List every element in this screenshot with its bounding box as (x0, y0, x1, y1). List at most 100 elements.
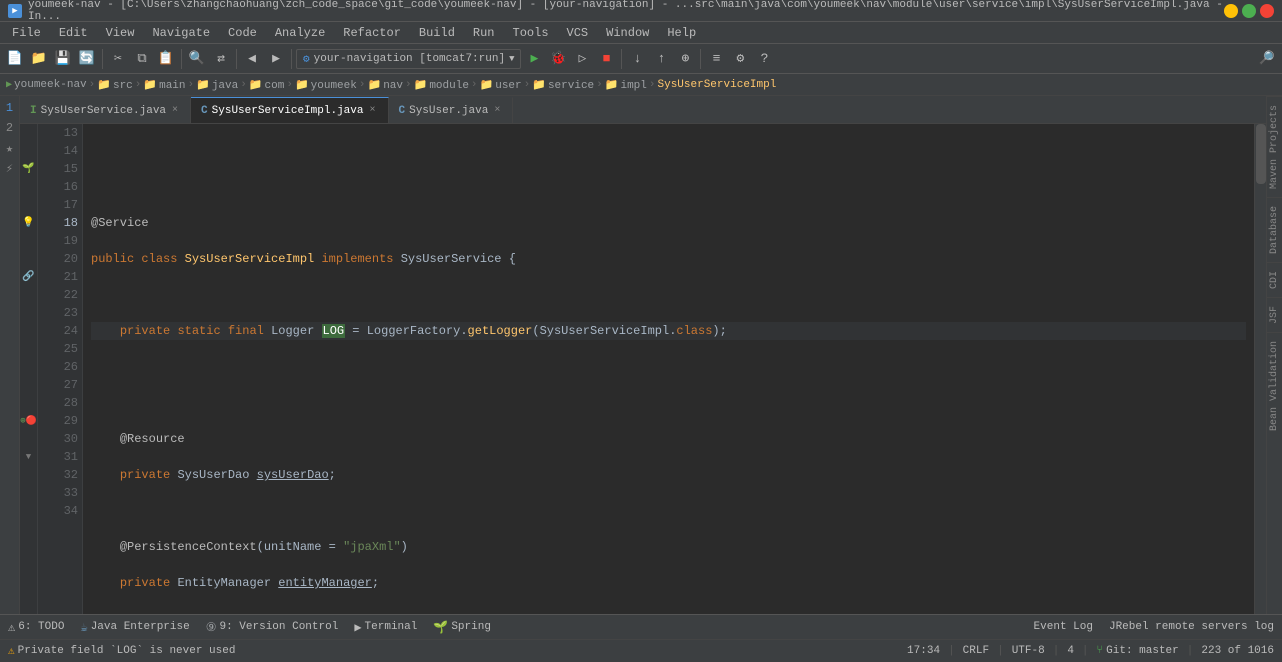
scrollbar-thumb[interactable] (1256, 124, 1266, 184)
menu-bar: File Edit View Navigate Code Analyze Ref… (0, 22, 1282, 44)
bc-sysuser-service-impl[interactable]: SysUserServiceImpl (658, 79, 777, 91)
side-tool-cdi[interactable]: CDI (1267, 262, 1282, 297)
tb-copy[interactable]: ⧉ (131, 48, 153, 70)
side-tool-maven[interactable]: Maven Projects (1267, 96, 1282, 197)
tb-forward[interactable]: ▶ (265, 48, 287, 70)
bc-com[interactable]: 📁com (249, 78, 285, 92)
run-config-selector[interactable]: ⚙ your-navigation [tomcat7:run] ▼ (296, 49, 521, 69)
jrebel-log-label: JRebel remote servers log (1109, 621, 1274, 633)
menu-view[interactable]: View (98, 24, 143, 42)
todo-icon: ⚠ (8, 620, 15, 635)
left-icon-persistence[interactable]: ⚡ (2, 160, 18, 176)
btm-jrebel-log[interactable]: JRebel remote servers log (1105, 619, 1278, 635)
tab-close-2[interactable]: × (367, 105, 377, 116)
minimize-button[interactable] (1224, 4, 1238, 18)
bottom-toolbar: ⚠ 6: TODO ☕ Java Enterprise ⑨ 9: Version… (0, 614, 1282, 639)
tab-close-1[interactable]: × (170, 105, 180, 116)
status-position[interactable]: 17:34 (907, 645, 940, 657)
btm-spring[interactable]: 🌱 Spring (429, 618, 495, 637)
tb-run[interactable]: ▶ (523, 48, 545, 70)
tb-run-with-coverage[interactable]: ▷ (571, 48, 593, 70)
tab-sysUser[interactable]: C SysUser.java × (389, 97, 514, 123)
menu-run[interactable]: Run (465, 24, 503, 42)
tab-sysUserService[interactable]: I SysUserService.java × (20, 97, 191, 123)
tab-label-1: SysUserService.java (41, 105, 166, 117)
vertical-scrollbar[interactable] (1254, 124, 1266, 614)
bc-service[interactable]: 📁service (532, 78, 594, 92)
tb-save-all[interactable]: 💾 (52, 48, 74, 70)
side-tool-bean-validation[interactable]: Bean Validation (1267, 332, 1282, 439)
code-line-13 (91, 142, 1246, 160)
tb-search-everywhere[interactable]: 🔎 (1256, 48, 1278, 70)
menu-refactor[interactable]: Refactor (335, 24, 409, 42)
tb-vcs-commit[interactable]: ↑ (650, 48, 672, 70)
bc-youmeek[interactable]: 📁youmeek (295, 78, 357, 92)
status-git[interactable]: ⑂ Git: master (1097, 645, 1179, 657)
gutter-24 (20, 322, 37, 340)
btm-version-control[interactable]: ⑨ 9: Version Control (202, 618, 343, 637)
menu-window[interactable]: Window (598, 24, 657, 42)
tb-sdk[interactable]: ⚙ (729, 48, 751, 70)
menu-vcs[interactable]: VCS (559, 24, 597, 42)
tb-help[interactable]: ? (753, 48, 775, 70)
bc-impl[interactable]: 📁impl (605, 78, 647, 92)
status-charset[interactable]: UTF-8 (1012, 645, 1045, 657)
menu-build[interactable]: Build (411, 24, 463, 42)
menu-file[interactable]: File (4, 24, 49, 42)
bc-nav[interactable]: 📁nav (367, 78, 403, 92)
bc-java[interactable]: 📁java (196, 78, 238, 92)
tb-structure[interactable]: ≡ (705, 48, 727, 70)
gutter-33 (20, 484, 37, 502)
status-indent[interactable]: 4 (1067, 645, 1074, 657)
bc-user[interactable]: 📁user (480, 78, 522, 92)
tb-replace[interactable]: ⇄ (210, 48, 232, 70)
left-icon-structure[interactable]: 2 (2, 120, 18, 136)
tb-paste[interactable]: 📋 (155, 48, 177, 70)
tb-new-file[interactable]: 📄 (4, 48, 26, 70)
bc-youmeek-nav[interactable]: ▶youmeek-nav (6, 79, 87, 91)
bc-sep-2: › (135, 79, 142, 91)
menu-navigate[interactable]: Navigate (144, 24, 218, 42)
menu-help[interactable]: Help (659, 24, 704, 42)
bc-sep-1: › (89, 79, 96, 91)
tb-debug[interactable]: 🐞 (547, 48, 569, 70)
tab-sysUserServiceImpl[interactable]: C SysUserServiceImpl.java × (191, 97, 388, 123)
menu-analyze[interactable]: Analyze (267, 24, 333, 42)
tb-vcs-history[interactable]: ⊕ (674, 48, 696, 70)
code-line-16: public class SysUserServiceImpl implemen… (91, 250, 1246, 268)
btm-todo[interactable]: ⚠ 6: TODO (4, 618, 68, 637)
close-button[interactable] (1260, 4, 1274, 18)
status-position-text: 17:34 (907, 645, 940, 657)
tb-find[interactable]: 🔍 (186, 48, 208, 70)
status-crlf[interactable]: CRLF (963, 645, 989, 657)
side-tool-jsf[interactable]: JSF (1267, 297, 1282, 332)
status-warning-text: Private field `LOG` is never used (18, 645, 236, 657)
bc-src[interactable]: 📁src (97, 78, 133, 92)
menu-tools[interactable]: Tools (505, 24, 557, 42)
bc-module[interactable]: 📁module (414, 78, 469, 92)
code-content[interactable]: @Service public class SysUserServiceImpl… (83, 124, 1254, 614)
tb-sep-3 (236, 49, 237, 69)
left-icon-favorites[interactable]: ★ (2, 140, 18, 156)
menu-code[interactable]: Code (220, 24, 265, 42)
ln-32: 32 (42, 466, 78, 484)
tb-back[interactable]: ◀ (241, 48, 263, 70)
tb-stop[interactable]: ■ (595, 48, 617, 70)
tb-cut[interactable]: ✂ (107, 48, 129, 70)
tab-close-3[interactable]: × (492, 105, 502, 116)
btm-terminal[interactable]: ▶ Terminal (350, 618, 421, 637)
tb-open[interactable]: 📁 (28, 48, 50, 70)
btm-event-log[interactable]: Event Log (1030, 619, 1097, 635)
warning-icon: ⚠ (8, 644, 15, 658)
gutter-14 (20, 142, 37, 160)
tb-vcs-update[interactable]: ↓ (626, 48, 648, 70)
bc-main[interactable]: 📁main (143, 78, 185, 92)
side-tool-database[interactable]: Database (1267, 197, 1282, 262)
left-icon-project[interactable]: 1 (2, 100, 18, 116)
menu-edit[interactable]: Edit (51, 24, 96, 42)
maximize-button[interactable] (1242, 4, 1256, 18)
tb-sync[interactable]: 🔄 (76, 48, 98, 70)
btm-todo-label: 6: TODO (18, 621, 64, 633)
btm-vc-label: 9: Version Control (219, 621, 338, 633)
btm-java-enterprise[interactable]: ☕ Java Enterprise (76, 618, 193, 637)
